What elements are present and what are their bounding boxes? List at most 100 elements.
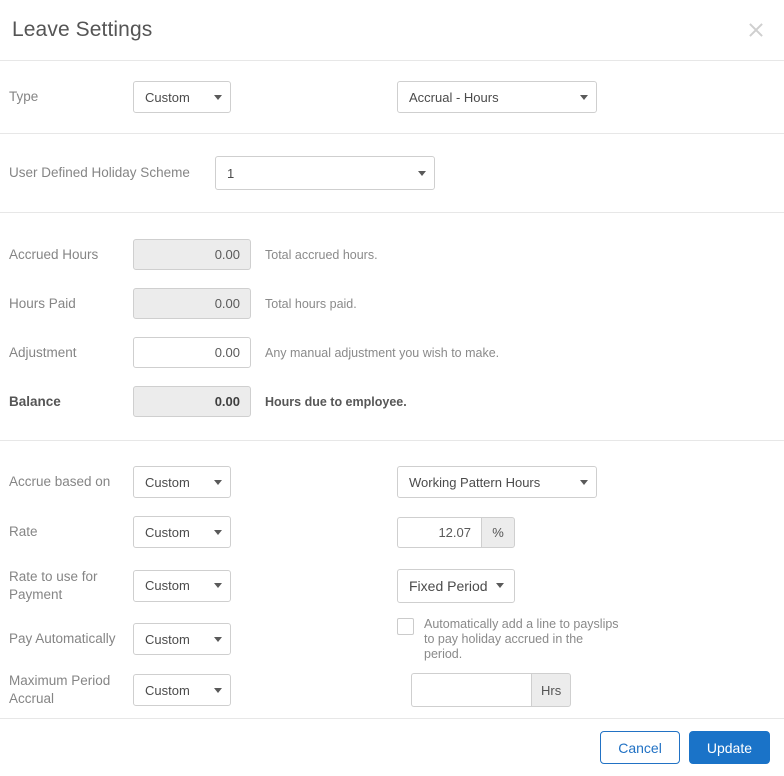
rate-for-payment-mode-cell: Custom [133, 569, 231, 602]
pay-automatically-label: Pay Automatically [9, 631, 116, 646]
maximum-period-accrual-mode-value: Custom [145, 682, 190, 698]
rate-for-payment-value-cell: Fixed Period [397, 568, 515, 603]
type-mode-select[interactable]: Custom [133, 81, 231, 113]
accrued-hours-row: Accrued Hours Total accrued hours. [0, 230, 784, 279]
chevron-down-icon [214, 636, 222, 642]
pay-automatically-checkbox[interactable] [397, 617, 414, 635]
pay-automatically-checkbox-cell: Automatically add a line to payslips to … [397, 617, 622, 662]
rate-for-payment-mode-value: Custom [145, 578, 190, 593]
rate-for-payment-select[interactable]: Fixed Period [397, 568, 515, 603]
hours-paid-hint: Total hours paid. [265, 296, 357, 311]
maximum-period-accrual-unit-addon: Hrs [531, 673, 572, 707]
type-label: Type [9, 89, 39, 104]
holiday-scheme-label-cell: User Defined Holiday Scheme [9, 164, 215, 182]
pay-automatically-checkrow: Automatically add a line to payslips to … [397, 617, 622, 662]
chevron-down-icon [580, 479, 588, 485]
accrued-hours-label: Accrued Hours [9, 246, 99, 262]
accrue-based-on-select[interactable]: Working Pattern Hours [397, 466, 597, 498]
rate-unit-addon: % [481, 516, 515, 548]
accrue-based-on-label: Accrue based on [9, 474, 111, 489]
rate-mode-select[interactable]: Custom [133, 516, 231, 548]
chevron-down-icon [214, 94, 222, 100]
type-row: Type Custom Accrual - Hours [0, 61, 784, 133]
balance-row: Balance Hours due to employee. [0, 377, 784, 426]
adjustment-row: Adjustment Any manual adjustment you wis… [0, 328, 784, 377]
balance-label-cell: Balance [9, 393, 133, 411]
accrue-based-on-row: Accrue based on Custom Working Pattern H… [0, 457, 784, 507]
holiday-scheme-select-cell: 1 [215, 156, 435, 190]
close-icon[interactable] [742, 16, 770, 44]
holiday-scheme-select[interactable]: 1 [215, 156, 435, 190]
maximum-period-accrual-input-group: Hrs [411, 673, 572, 707]
accrued-hours-label-cell: Accrued Hours [9, 246, 133, 264]
pay-automatically-mode-select[interactable]: Custom [133, 623, 231, 655]
rate-for-payment-label-cell: Rate to use for Payment [9, 568, 133, 604]
adjustment-hint: Any manual adjustment you wish to make. [265, 345, 500, 360]
rate-label-cell: Rate [9, 523, 133, 541]
hours-paid-label-cell: Hours Paid [9, 295, 133, 313]
maximum-period-accrual-label: Maximum Period Accrual [9, 673, 111, 706]
dialog-header: Leave Settings [0, 0, 784, 60]
accrual-type-select[interactable]: Accrual - Hours [397, 81, 597, 113]
adjustment-label-cell: Adjustment [9, 344, 133, 362]
rate-mode-cell: Custom [133, 516, 231, 548]
chevron-down-icon [214, 687, 222, 693]
accrue-based-on-value: Working Pattern Hours [409, 474, 541, 490]
adjustment-label: Adjustment [9, 344, 77, 360]
chevron-down-icon [495, 583, 504, 588]
pay-automatically-mode-value: Custom [145, 631, 190, 647]
chevron-down-icon [580, 94, 588, 100]
pay-automatically-checkbox-label: Automatically add a line to payslips to … [424, 616, 619, 661]
accrue-based-on-mode-cell: Custom [133, 466, 231, 498]
maximum-period-accrual-input[interactable] [411, 673, 531, 707]
accrued-hours-input[interactable] [133, 239, 251, 270]
rate-input[interactable] [397, 516, 481, 548]
maximum-period-accrual-mode-select[interactable]: Custom [133, 674, 231, 706]
rate-for-payment-label: Rate to use for Payment [9, 568, 98, 602]
update-button[interactable]: Update [688, 731, 770, 764]
rate-label: Rate [9, 524, 38, 539]
balance-input[interactable] [133, 386, 251, 417]
type-section: Type Custom Accrual - Hours [0, 61, 784, 133]
holiday-scheme-select-value: 1 [227, 165, 235, 181]
type-select-cell: Custom [133, 81, 231, 113]
balances-section: Accrued Hours Total accrued hours. Hours… [0, 213, 784, 440]
accrue-based-on-mode-select[interactable]: Custom [133, 466, 231, 498]
rate-for-payment-mode-select[interactable]: Custom [133, 569, 231, 602]
pay-automatically-mode-cell: Custom [133, 623, 231, 655]
accrue-based-on-value-cell: Working Pattern Hours [397, 466, 597, 498]
rate-row: Rate Custom % [0, 507, 784, 557]
leave-settings-dialog: Leave Settings Type Custom Accrual - Hou… [0, 0, 784, 776]
accrue-based-on-mode-value: Custom [145, 474, 190, 490]
maximum-period-accrual-value-cell: Hrs [411, 673, 572, 707]
rate-for-payment-row: Rate to use for Payment Custom Fixed Per… [0, 557, 784, 614]
pay-automatically-label-cell: Pay Automatically [9, 630, 133, 648]
accrual-settings-section: Accrue based on Custom Working Pattern H… [0, 441, 784, 716]
balance-hint: Hours due to employee. [265, 394, 407, 409]
maximum-period-accrual-mode-cell: Custom [133, 674, 231, 706]
holiday-scheme-section: User Defined Holiday Scheme 1 [0, 134, 784, 212]
chevron-down-icon [214, 479, 222, 485]
page-title: Leave Settings [12, 18, 153, 41]
dialog-footer: Cancel Update [0, 719, 784, 776]
accrual-type-select-value: Accrual - Hours [409, 89, 499, 105]
type-label-cell: Type [9, 88, 133, 106]
rate-value-cell: % [397, 516, 515, 548]
maximum-period-accrual-row: Maximum Period Accrual Custom Hrs [0, 664, 784, 716]
hours-paid-row: Hours Paid Total hours paid. [0, 279, 784, 328]
accrue-based-on-label-cell: Accrue based on [9, 473, 133, 491]
hours-paid-input[interactable] [133, 288, 251, 319]
pay-automatically-row: Pay Automatically Custom Automatically a… [0, 614, 784, 664]
rate-for-payment-value: Fixed Period [409, 577, 488, 594]
balance-label: Balance [9, 393, 61, 409]
adjustment-input[interactable] [133, 337, 251, 368]
hours-paid-label: Hours Paid [9, 295, 76, 311]
holiday-scheme-label: User Defined Holiday Scheme [9, 165, 190, 180]
rate-input-group: % [397, 516, 515, 548]
cancel-button[interactable]: Cancel [600, 731, 680, 764]
chevron-down-icon [214, 529, 222, 535]
accrued-hours-hint: Total accrued hours. [265, 247, 378, 262]
type-mode-select-value: Custom [145, 89, 190, 105]
holiday-scheme-row: User Defined Holiday Scheme 1 [0, 134, 784, 212]
maximum-period-accrual-label-cell: Maximum Period Accrual [9, 672, 133, 708]
